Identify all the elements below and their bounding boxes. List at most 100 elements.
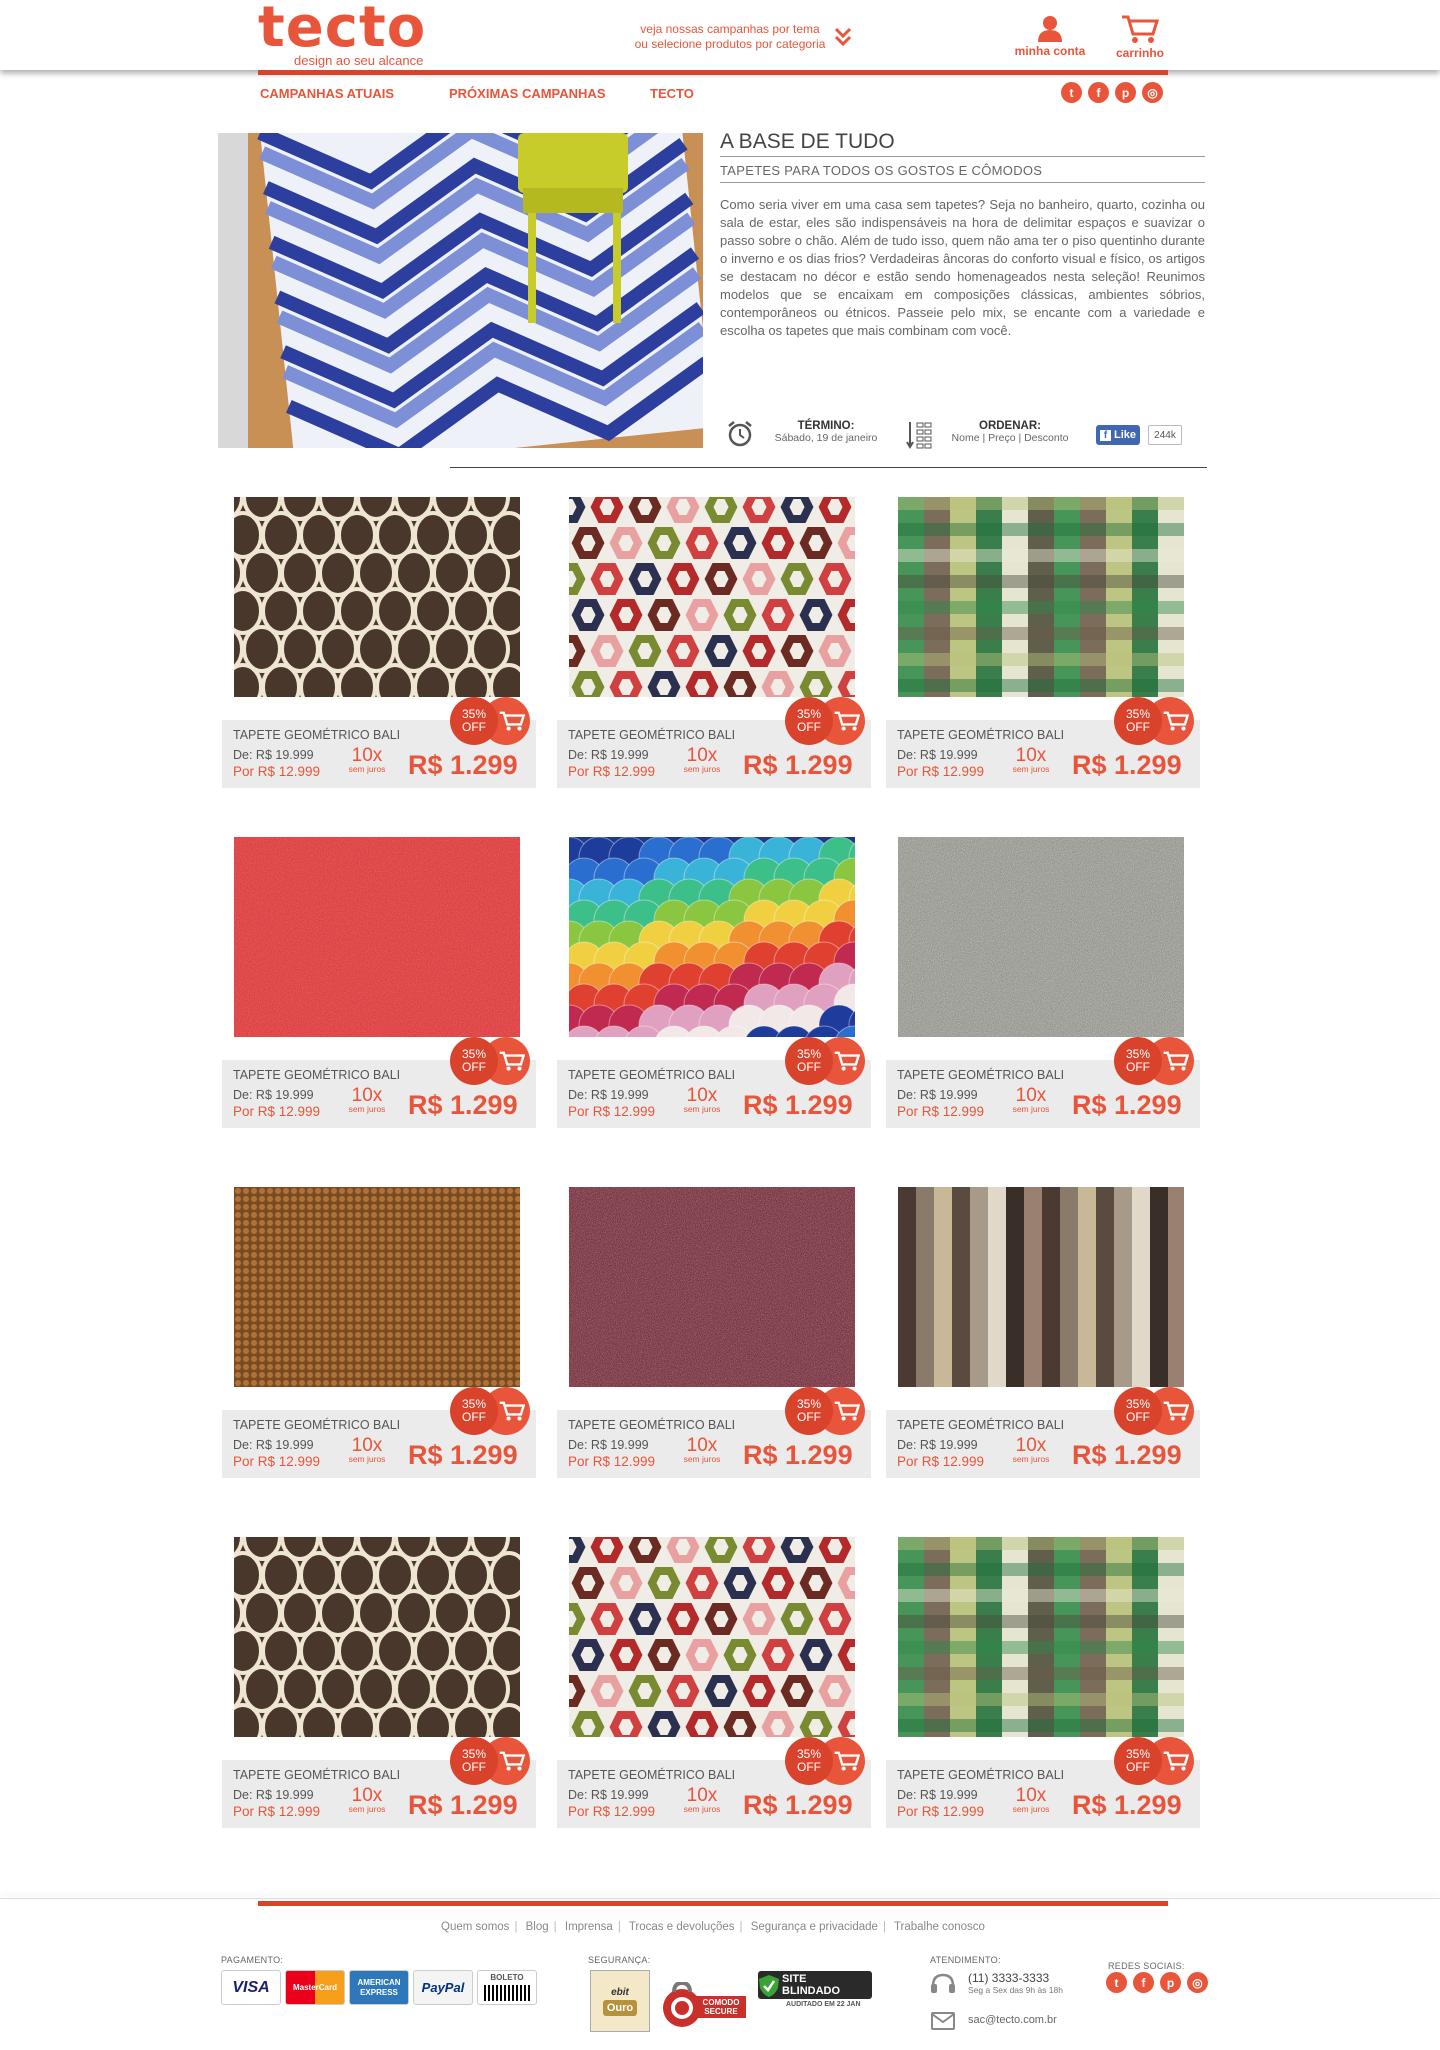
installments-count: 10x [686,1785,718,1806]
alarm-clock-icon [728,421,752,447]
product-name[interactable]: TAPETE GEOMÉTRICO BALI [233,1768,400,1782]
product-image[interactable] [898,497,1184,697]
product-name[interactable]: TAPETE GEOMÉTRICO BALI [568,1768,735,1782]
product-card[interactable]: TAPETE GEOMÉTRICO BALI De: R$ 19.999 Por… [557,837,871,1137]
twitter-icon[interactable]: t [1106,1972,1127,1993]
order-label: ORDENAR: [979,420,1041,432]
support-phone[interactable]: (11) 3333-3333 Seg a Sex das 9h às 18h [968,1971,1063,1995]
campaign-menu-toggle[interactable]: veja nossas campanhas por tema ou seleci… [610,22,852,52]
footer-link-returns[interactable]: Trocas e devoluções [629,1921,735,1933]
product-image[interactable] [569,1537,855,1737]
product-name[interactable]: TAPETE GEOMÉTRICO BALI [897,1418,1064,1432]
discount-badge: 35% OFF [450,697,498,745]
nav-upcoming-campaigns[interactable]: PRÓXIMAS CAMPANHAS [449,86,606,101]
order-options[interactable]: Nome | Preço | Desconto [952,432,1069,444]
product-card[interactable]: TAPETE GEOMÉTRICO BALI De: R$ 19.999 Por… [557,1187,871,1487]
logo[interactable]: tecto [258,0,426,60]
product-card[interactable]: TAPETE GEOMÉTRICO BALI De: R$ 19.999 Por… [886,1537,1200,1837]
campaign-end: TÉRMINO: Sábado, 19 de janeiro [766,420,886,444]
installments-note: sem juros [1012,1104,1050,1114]
footer-accent-bar [258,1901,1168,1906]
product-image[interactable] [898,837,1184,1037]
nav-tecto[interactable]: TECTO [650,86,694,101]
product-name[interactable]: TAPETE GEOMÉTRICO BALI [568,1418,735,1432]
product-name[interactable]: TAPETE GEOMÉTRICO BALI [897,1068,1064,1082]
product-name[interactable]: TAPETE GEOMÉTRICO BALI [233,728,400,742]
product-image[interactable] [234,837,520,1037]
double-chevron-down-icon [834,27,852,47]
product-name[interactable]: TAPETE GEOMÉTRICO BALI [568,1068,735,1082]
end-date: Sábado, 19 de janeiro [774,432,878,444]
discount-off: OFF [462,720,486,734]
product-sale-price: Por R$ 12.999 [897,1104,985,1119]
installments-note: sem juros [348,764,386,774]
footer-link-careers[interactable]: Trabalhe conosco [894,1921,985,1933]
comodo-seal: COMODO SECURE [662,1982,750,2028]
footer-link-privacy[interactable]: Segurança e privacidade [751,1921,878,1933]
installments: 10x sem juros [1007,1436,1055,1464]
installments-count: 10x [351,745,383,766]
product-image[interactable] [569,837,855,1037]
discount-off: OFF [1126,1410,1150,1424]
product-image[interactable] [569,497,855,697]
amex-logo: AMERICAN EXPRESS [349,1970,409,2005]
pinterest-icon[interactable]: p [1160,1972,1181,1993]
product-image[interactable] [898,1537,1184,1737]
account-button[interactable]: minha conta [1010,14,1090,58]
product-card[interactable]: TAPETE GEOMÉTRICO BALI De: R$ 19.999 Por… [886,1187,1200,1487]
product-card[interactable]: TAPETE GEOMÉTRICO BALI De: R$ 19.999 Por… [557,497,871,797]
installments-count: 10x [686,745,718,766]
footer-link-about[interactable]: Quem somos [441,1921,509,1933]
product-sale-price: Por R$ 12.999 [233,764,321,779]
product-sale-price: Por R$ 12.999 [897,1454,985,1469]
discount-badge: 35% OFF [450,1387,498,1435]
product-card[interactable]: TAPETE GEOMÉTRICO BALI De: R$ 19.999 Por… [222,837,536,1137]
pinterest-icon[interactable]: p [1115,82,1136,103]
installments-note: sem juros [683,764,721,774]
product-card[interactable]: TAPETE GEOMÉTRICO BALI De: R$ 19.999 Por… [222,497,536,797]
footer-link-blog[interactable]: Blog [526,1921,549,1933]
twitter-icon[interactable]: t [1061,82,1082,103]
product-image[interactable] [234,497,520,697]
facebook-icon[interactable]: f [1133,1972,1154,1993]
instagram-icon[interactable]: ◎ [1187,1972,1208,1993]
product-sale-price: Por R$ 12.999 [568,1454,656,1469]
discount-off: OFF [1126,720,1150,734]
footer-link-press[interactable]: Imprensa [565,1921,613,1933]
product-name[interactable]: TAPETE GEOMÉTRICO BALI [568,728,735,742]
product-sale-price: Por R$ 12.999 [897,1804,985,1819]
product-image[interactable] [898,1187,1184,1387]
user-icon [1038,16,1062,42]
instagram-icon[interactable]: ◎ [1142,82,1163,103]
ebit-seal: ebit Ouro [590,1970,650,2032]
sort-icon [906,422,932,449]
sort-control[interactable]: ORDENAR: Nome | Preço | Desconto [945,420,1075,444]
nav-current-campaigns[interactable]: CAMPANHAS ATUAIS [260,86,394,101]
phone-number: (11) 3333-3333 [968,1971,1050,1985]
discount-badge: 35% OFF [785,1737,833,1785]
product-card[interactable]: TAPETE GEOMÉTRICO BALI De: R$ 19.999 Por… [222,1537,536,1837]
product-image[interactable] [234,1537,520,1737]
product-card[interactable]: TAPETE GEOMÉTRICO BALI De: R$ 19.999 Por… [222,1187,536,1487]
product-card[interactable]: TAPETE GEOMÉTRICO BALI De: R$ 19.999 Por… [557,1537,871,1837]
product-name[interactable]: TAPETE GEOMÉTRICO BALI [233,1418,400,1432]
paypal-logo: PayPal [413,1970,473,2005]
installments-note: sem juros [1012,764,1050,774]
mail-icon [931,2012,955,2030]
support-email[interactable]: sac@tecto.com.br [968,2014,1057,2026]
facebook-like-button[interactable]: f Like [1096,425,1140,445]
product-image[interactable] [234,1187,520,1387]
shopping-cart-icon [834,711,860,731]
product-card[interactable]: TAPETE GEOMÉTRICO BALI De: R$ 19.999 Por… [886,837,1200,1137]
product-image[interactable] [569,1187,855,1387]
product-name[interactable]: TAPETE GEOMÉTRICO BALI [897,728,1064,742]
product-sale-price: Por R$ 12.999 [568,1104,656,1119]
facebook-icon[interactable]: f [1088,82,1109,103]
cart-button[interactable]: carrinho [1105,14,1175,60]
product-card[interactable]: TAPETE GEOMÉTRICO BALI De: R$ 19.999 Por… [886,497,1200,797]
product-name[interactable]: TAPETE GEOMÉTRICO BALI [897,1768,1064,1782]
campaign-title: A BASE DE TUDO [720,130,1205,157]
product-sale-price: Por R$ 12.999 [233,1104,321,1119]
installments-note: sem juros [683,1454,721,1464]
product-name[interactable]: TAPETE GEOMÉTRICO BALI [233,1068,400,1082]
